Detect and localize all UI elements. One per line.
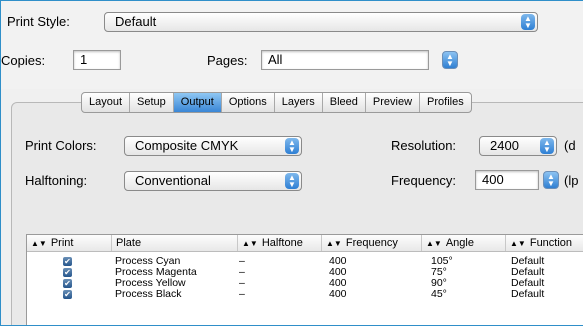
frequency-value: 400	[329, 288, 347, 300]
sort-icon: ▲▼	[510, 239, 526, 248]
copies-label: Copies:	[1, 53, 46, 68]
frequency-unit: (lp	[564, 173, 579, 188]
resolution-popup[interactable]: 2400 ▲ ▼	[479, 136, 557, 156]
sort-icon: ▲▼	[242, 239, 258, 248]
column-frequency[interactable]: ▲▼ Frequency	[321, 235, 421, 251]
print-colors-value: Composite CMYK	[135, 138, 239, 153]
halftoning-value: Conventional	[135, 173, 211, 188]
frequency-field[interactable]: 400	[475, 170, 539, 190]
sort-icon: ▲▼	[31, 239, 47, 248]
print-checkbox[interactable]: ✔	[63, 257, 72, 266]
popup-arrows-icon: ▲ ▼	[285, 173, 299, 189]
pages-label: Pages:	[207, 53, 248, 68]
resolution-unit: (d	[564, 138, 576, 153]
print-style-label: Print Style:	[7, 14, 70, 29]
function-value: Default	[511, 288, 545, 300]
print-checkbox[interactable]: ✔	[63, 290, 72, 299]
print-checkbox[interactable]: ✔	[63, 268, 72, 277]
plates-table[interactable]: ▲▼ Print Plate ▲▼ Halftone ▲▼ Frequency ▲▼ A…	[26, 234, 583, 325]
column-halftone[interactable]: ▲▼ Halftone	[237, 235, 321, 251]
frequency-popup-button[interactable]: ▲ ▼	[543, 171, 559, 189]
print-colors-label: Print Colors:	[25, 138, 97, 153]
angle-value: 45°	[431, 288, 447, 300]
tab-options[interactable]: Options	[222, 93, 275, 112]
print-checkbox[interactable]: ✔	[63, 279, 72, 288]
tab-layers[interactable]: Layers	[275, 93, 323, 112]
tab-profiles[interactable]: Profiles	[420, 93, 471, 112]
column-plate[interactable]: Plate	[111, 235, 237, 251]
tab-output[interactable]: Output	[173, 93, 222, 112]
column-function[interactable]: ▲▼ Function	[505, 235, 583, 251]
popup-arrows-icon: ▲ ▼	[285, 138, 299, 154]
tab-setup[interactable]: Setup	[130, 93, 174, 112]
resolution-value: 2400	[490, 138, 519, 153]
copies-field[interactable]: 1	[73, 50, 121, 70]
print-dialog: Print Style: Default ▲ ▼ Copies: 1 Pages:…	[0, 0, 583, 326]
sort-icon: ▲▼	[426, 239, 442, 248]
popup-arrows-icon: ▲ ▼	[521, 14, 535, 30]
resolution-label: Resolution:	[391, 138, 457, 153]
frequency-label: Frequency:	[391, 173, 457, 188]
print-style-popup[interactable]: Default ▲ ▼	[104, 12, 538, 32]
table-header: ▲▼ Print Plate ▲▼ Halftone ▲▼ Frequency ▲▼ A…	[27, 235, 583, 252]
tab-layout[interactable]: Layout	[82, 93, 131, 112]
sort-icon: ▲▼	[326, 239, 342, 248]
tab-bar: Layout Setup Output Options Layers Bleed…	[81, 92, 472, 113]
popup-arrows-icon: ▲ ▼	[540, 138, 554, 154]
column-print[interactable]: ▲▼ Print	[27, 235, 111, 251]
tab-preview[interactable]: Preview	[366, 93, 421, 112]
column-angle[interactable]: ▲▼ Angle	[421, 235, 505, 251]
pages-field[interactable]: All	[261, 50, 429, 70]
print-style-value: Default	[115, 14, 157, 29]
halftoning-label: Halftoning:	[25, 173, 88, 188]
halftoning-popup[interactable]: Conventional ▲ ▼	[124, 171, 302, 191]
print-colors-popup[interactable]: Composite CMYK ▲ ▼	[124, 136, 302, 156]
halftone-value: –	[239, 288, 245, 300]
tab-bleed[interactable]: Bleed	[323, 93, 366, 112]
pages-popup-button[interactable]: ▲ ▼	[442, 51, 458, 69]
plate-name: Process Black	[115, 288, 182, 300]
